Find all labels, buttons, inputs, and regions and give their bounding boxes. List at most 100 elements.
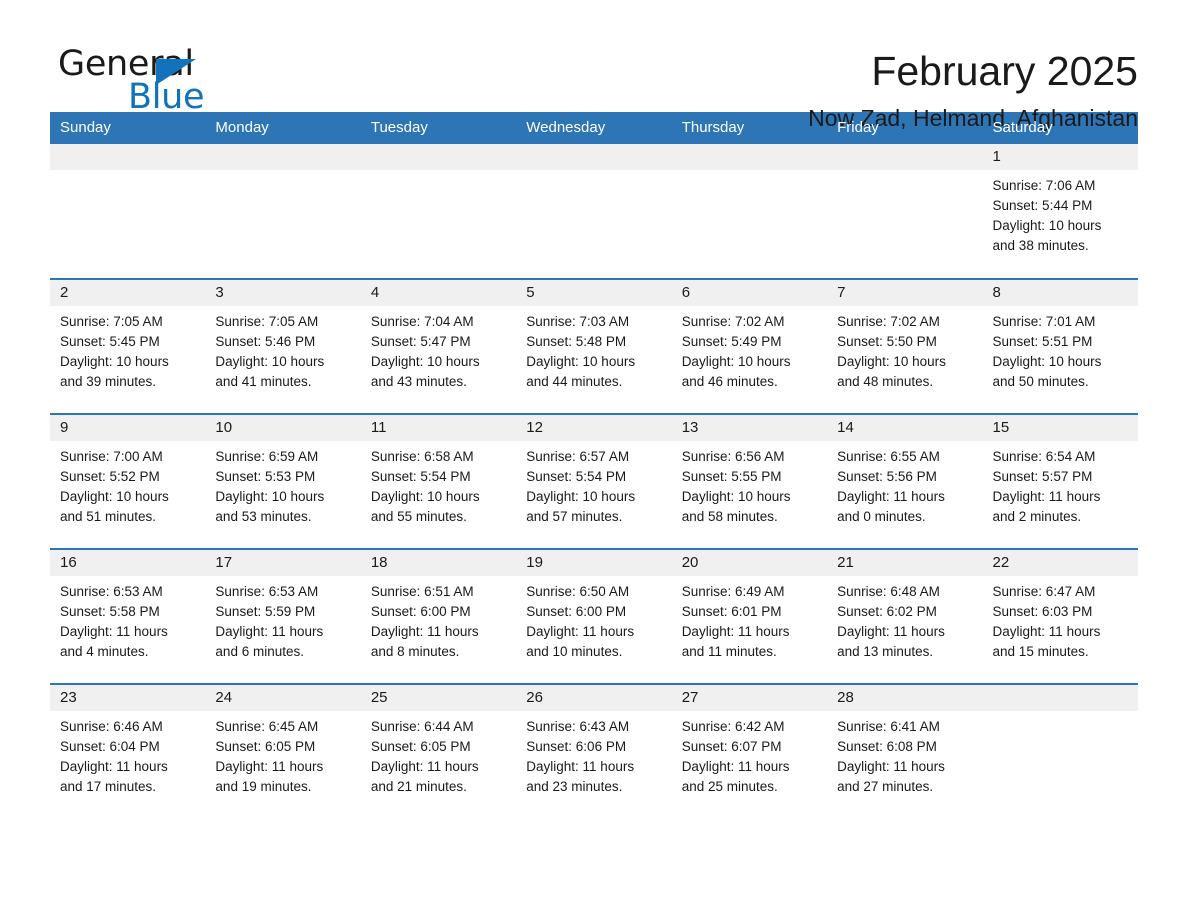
day-number: 4 bbox=[360, 280, 517, 306]
day-details: Sunrise: 6:54 AM Sunset: 5:57 PM Daylight:… bbox=[983, 441, 1138, 527]
sunrise-text: Sunrise: 6:43 AM bbox=[526, 719, 630, 734]
calendar-day-cell[interactable]: 13 Sunrise: 6:56 AM Sunset: 5:55 PM Dayligh… bbox=[671, 413, 828, 549]
calendar-empty-cell bbox=[671, 144, 828, 279]
calendar-week-row: 2 Sunrise: 7:05 AM Sunset: 5:45 PM Daylight… bbox=[50, 278, 1138, 414]
day-details: Sunrise: 6:48 AM Sunset: 6:02 PM Daylight:… bbox=[827, 576, 982, 662]
calendar-day-cell[interactable]: 15 Sunrise: 6:54 AM Sunset: 5:57 PM Dayligh… bbox=[982, 413, 1138, 549]
day-details: Sunrise: 6:53 AM Sunset: 5:59 PM Daylight:… bbox=[205, 576, 360, 662]
sunrise-text: Sunrise: 7:05 AM bbox=[215, 314, 319, 329]
calendar-day-cell[interactable]: 5 Sunrise: 7:03 AM Sunset: 5:48 PM Daylight… bbox=[516, 278, 672, 414]
calendar-week-row: 1 Sunrise: 7:06 AM Sunset: 5:44 PM Daylight… bbox=[50, 144, 1138, 279]
calendar-day-cell[interactable]: 9 Sunrise: 7:00 AM Sunset: 5:52 PM Daylight… bbox=[50, 413, 206, 549]
calendar-body: 1 Sunrise: 7:06 AM Sunset: 5:44 PM Daylight… bbox=[50, 144, 1138, 819]
calendar-day-cell[interactable]: 22 Sunrise: 6:47 AM Sunset: 6:03 PM Dayligh… bbox=[982, 548, 1138, 684]
day-details: Sunrise: 6:46 AM Sunset: 6:04 PM Daylight:… bbox=[50, 711, 205, 797]
calendar-day-cell[interactable]: 20 Sunrise: 6:49 AM Sunset: 6:01 PM Dayligh… bbox=[671, 548, 828, 684]
day-details: Sunrise: 6:50 AM Sunset: 6:00 PM Daylight:… bbox=[516, 576, 671, 662]
daylight-text-line2: and 2 minutes. bbox=[992, 509, 1082, 524]
daylight-text-line2: and 44 minutes. bbox=[526, 374, 623, 389]
daylight-text-line2: and 50 minutes. bbox=[992, 374, 1089, 389]
daylight-text-line1: Daylight: 11 hours bbox=[837, 624, 945, 639]
calendar-day-cell[interactable]: 21 Sunrise: 6:48 AM Sunset: 6:02 PM Dayligh… bbox=[827, 548, 983, 684]
day-details: Sunrise: 6:57 AM Sunset: 5:54 PM Daylight:… bbox=[516, 441, 671, 527]
calendar-empty-cell bbox=[516, 144, 672, 279]
calendar-day-cell[interactable]: 1 Sunrise: 7:06 AM Sunset: 5:44 PM Daylight… bbox=[982, 144, 1138, 279]
calendar-day-cell[interactable]: 16 Sunrise: 6:53 AM Sunset: 5:58 PM Dayligh… bbox=[50, 548, 206, 684]
calendar-day-cell[interactable]: 28 Sunrise: 6:41 AM Sunset: 6:08 PM Dayligh… bbox=[827, 683, 983, 819]
daylight-text-line2: and 27 minutes. bbox=[837, 779, 934, 794]
daylight-text-line2: and 46 minutes. bbox=[681, 374, 778, 389]
daylight-text-line1: Daylight: 10 hours bbox=[215, 489, 325, 504]
calendar-empty-cell bbox=[50, 144, 206, 279]
daylight-text-line2: and 6 minutes. bbox=[215, 644, 304, 659]
sunset-text: Sunset: 5:47 PM bbox=[370, 334, 471, 349]
daylight-text-line2: and 15 minutes. bbox=[992, 644, 1089, 659]
calendar-day-cell[interactable]: 10 Sunrise: 6:59 AM Sunset: 5:53 PM Dayligh… bbox=[205, 413, 361, 549]
day-number: 14 bbox=[827, 415, 983, 441]
daylight-text-line1: Daylight: 10 hours bbox=[370, 354, 480, 369]
daylight-text-line1: Daylight: 10 hours bbox=[526, 354, 636, 369]
sunrise-text: Sunrise: 6:44 AM bbox=[370, 719, 474, 734]
calendar-day-cell[interactable]: 6 Sunrise: 7:02 AM Sunset: 5:49 PM Daylight… bbox=[671, 278, 828, 414]
calendar-day-cell[interactable]: 7 Sunrise: 7:02 AM Sunset: 5:50 PM Daylight… bbox=[827, 278, 983, 414]
calendar-day-cell[interactable]: 23 Sunrise: 6:46 AM Sunset: 6:04 PM Dayligh… bbox=[50, 683, 206, 819]
calendar-day-cell[interactable]: 3 Sunrise: 7:05 AM Sunset: 5:46 PM Daylight… bbox=[205, 278, 361, 414]
sunrise-text: Sunrise: 6:54 AM bbox=[992, 449, 1096, 464]
sunrise-text: Sunrise: 7:06 AM bbox=[992, 178, 1096, 193]
calendar-day-cell[interactable]: 14 Sunrise: 6:55 AM Sunset: 5:56 PM Dayligh… bbox=[827, 413, 983, 549]
calendar-day-cell[interactable]: 19 Sunrise: 6:50 AM Sunset: 6:00 PM Dayligh… bbox=[516, 548, 672, 684]
calendar-day-cell[interactable]: 26 Sunrise: 6:43 AM Sunset: 6:06 PM Dayligh… bbox=[516, 683, 672, 819]
day-number: 27 bbox=[671, 685, 828, 711]
daylight-text-line2: and 23 minutes. bbox=[526, 779, 623, 794]
daylight-text-line2: and 43 minutes. bbox=[370, 374, 467, 389]
sunset-text: Sunset: 5:45 PM bbox=[60, 334, 160, 349]
calendar-day-cell[interactable]: 11 Sunrise: 6:58 AM Sunset: 5:54 PM Dayligh… bbox=[360, 413, 517, 549]
day-number: 18 bbox=[360, 550, 517, 576]
sunrise-text: Sunrise: 7:02 AM bbox=[837, 314, 940, 329]
calendar-day-cell[interactable]: 8 Sunrise: 7:01 AM Sunset: 5:51 PM Daylight… bbox=[982, 278, 1138, 414]
calendar-week-row: 23 Sunrise: 6:46 AM Sunset: 6:04 PM Dayligh… bbox=[50, 683, 1138, 819]
daylight-text-line2: and 51 minutes. bbox=[60, 509, 157, 524]
calendar-day-cell[interactable]: 18 Sunrise: 6:51 AM Sunset: 6:00 PM Dayligh… bbox=[360, 548, 517, 684]
daylight-text-line1: Daylight: 10 hours bbox=[60, 354, 169, 369]
day-number: 1 bbox=[982, 144, 1138, 170]
calendar-day-cell[interactable]: 17 Sunrise: 6:53 AM Sunset: 5:59 PM Dayligh… bbox=[205, 548, 361, 684]
day-number: 15 bbox=[982, 415, 1138, 441]
calendar-day-cell[interactable]: 27 Sunrise: 6:42 AM Sunset: 6:07 PM Dayligh… bbox=[671, 683, 828, 819]
daylight-text-line2: and 57 minutes. bbox=[526, 509, 623, 524]
calendar-day-cell[interactable]: 12 Sunrise: 6:57 AM Sunset: 5:54 PM Dayligh… bbox=[516, 413, 672, 549]
daylight-text-line2: and 4 minutes. bbox=[60, 644, 149, 659]
sunrise-text: Sunrise: 6:53 AM bbox=[60, 584, 163, 599]
day-details: Sunrise: 6:45 AM Sunset: 6:05 PM Daylight:… bbox=[205, 711, 360, 797]
day-number: 23 bbox=[50, 685, 206, 711]
calendar-day-cell[interactable]: 25 Sunrise: 6:44 AM Sunset: 6:05 PM Dayligh… bbox=[360, 683, 517, 819]
sunrise-text: Sunrise: 7:03 AM bbox=[526, 314, 630, 329]
sunset-text: Sunset: 6:02 PM bbox=[837, 604, 937, 619]
day-details: Sunrise: 6:58 AM Sunset: 5:54 PM Daylight:… bbox=[361, 441, 516, 527]
calendar-day-cell[interactable]: 4 Sunrise: 7:04 AM Sunset: 5:47 PM Daylight… bbox=[360, 278, 517, 414]
daylight-text-line1: Daylight: 11 hours bbox=[837, 759, 945, 774]
calendar-day-cell[interactable]: 24 Sunrise: 6:45 AM Sunset: 6:05 PM Dayligh… bbox=[205, 683, 361, 819]
day-details: Sunrise: 6:43 AM Sunset: 6:06 PM Daylight:… bbox=[516, 711, 671, 797]
day-details: Sunrise: 7:06 AM Sunset: 5:44 PM Daylight:… bbox=[983, 170, 1138, 256]
day-number: 7 bbox=[827, 280, 983, 306]
calendar-day-cell[interactable]: 2 Sunrise: 7:05 AM Sunset: 5:45 PM Daylight… bbox=[50, 278, 206, 414]
sunrise-text: Sunrise: 6:47 AM bbox=[992, 584, 1096, 599]
daylight-text-line2: and 8 minutes. bbox=[370, 644, 460, 659]
daylight-text-line1: Daylight: 10 hours bbox=[681, 489, 791, 504]
calendar-empty-cell bbox=[205, 144, 361, 279]
daylight-text-line1: Daylight: 11 hours bbox=[526, 624, 635, 639]
sunrise-text: Sunrise: 6:51 AM bbox=[370, 584, 474, 599]
daylight-text-line1: Daylight: 10 hours bbox=[992, 354, 1102, 369]
daylight-text-line2: and 53 minutes. bbox=[215, 509, 312, 524]
sunset-text: Sunset: 6:05 PM bbox=[370, 739, 471, 754]
calendar-empty-cell bbox=[982, 683, 1138, 819]
general-blue-logo: General Blue bbox=[50, 44, 350, 124]
sunrise-text: Sunrise: 6:53 AM bbox=[215, 584, 319, 599]
sunset-text: Sunset: 5:50 PM bbox=[837, 334, 937, 349]
sunset-text: Sunset: 5:52 PM bbox=[60, 469, 160, 484]
daylight-text-line2: and 48 minutes. bbox=[837, 374, 934, 389]
daylight-text-line1: Daylight: 10 hours bbox=[215, 354, 325, 369]
daylight-text-line2: and 17 minutes. bbox=[60, 779, 157, 794]
sunset-text: Sunset: 6:03 PM bbox=[992, 604, 1093, 619]
